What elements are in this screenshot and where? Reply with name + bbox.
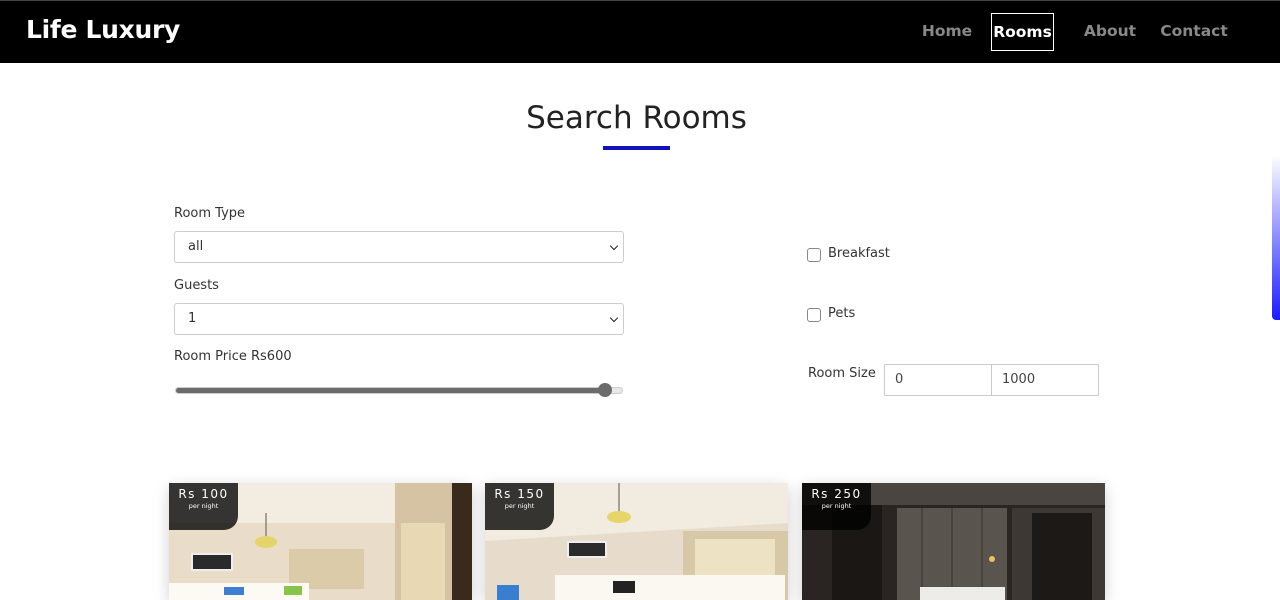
nav-link-home[interactable]: Home xyxy=(914,13,980,51)
room-card[interactable]: Rs 250 per night xyxy=(802,483,1105,600)
price-badge: Rs 100 per night xyxy=(169,483,238,530)
per-night-label: per night xyxy=(821,502,852,510)
price-slider-fill xyxy=(176,388,606,393)
nav-link-about[interactable]: About xyxy=(1072,13,1148,51)
chevron-down-icon xyxy=(609,313,619,323)
room-price: Rs 250 xyxy=(811,487,862,501)
room-card[interactable]: Rs 100 per night xyxy=(169,483,472,600)
room-size-min-input[interactable]: 0 xyxy=(884,364,992,396)
per-night-label: per night xyxy=(504,502,535,510)
price-label: Room Price Rs600 xyxy=(174,349,292,364)
price-slider-track[interactable] xyxy=(175,387,623,394)
guests-label: Guests xyxy=(174,278,219,293)
room-type-label: Room Type xyxy=(174,206,246,221)
chevron-down-icon xyxy=(609,241,619,251)
title-underline xyxy=(603,146,670,150)
room-type-select[interactable]: all xyxy=(174,231,624,263)
guests-value: 1 xyxy=(188,311,197,326)
pets-checkbox[interactable] xyxy=(807,308,821,322)
price-badge: Rs 150 per night xyxy=(485,483,554,530)
room-card[interactable]: Rs 150 per night xyxy=(485,483,788,600)
price-slider-handle[interactable] xyxy=(598,383,612,397)
room-size-label: Room Size xyxy=(808,366,876,381)
page-title: Search Rooms xyxy=(526,100,747,136)
room-type-value: all xyxy=(188,239,204,254)
price-badge: Rs 250 per night xyxy=(802,483,871,530)
breakfast-label: Breakfast xyxy=(828,246,890,261)
breakfast-checkbox[interactable] xyxy=(807,248,821,262)
guests-select[interactable]: 1 xyxy=(174,303,624,335)
brand-logo[interactable]: Life Luxury xyxy=(26,15,180,44)
pets-label: Pets xyxy=(828,306,856,321)
nav-link-rooms[interactable]: Rooms xyxy=(991,13,1054,51)
scroll-indicator[interactable] xyxy=(1272,155,1280,320)
room-price: Rs 100 xyxy=(178,487,229,501)
nav-link-contact[interactable]: Contact xyxy=(1159,13,1229,51)
per-night-label: per night xyxy=(188,502,219,510)
navbar: Life Luxury Home Rooms About Contact xyxy=(0,0,1280,63)
room-size-max-input[interactable]: 1000 xyxy=(991,364,1099,396)
room-price: Rs 150 xyxy=(494,487,545,501)
